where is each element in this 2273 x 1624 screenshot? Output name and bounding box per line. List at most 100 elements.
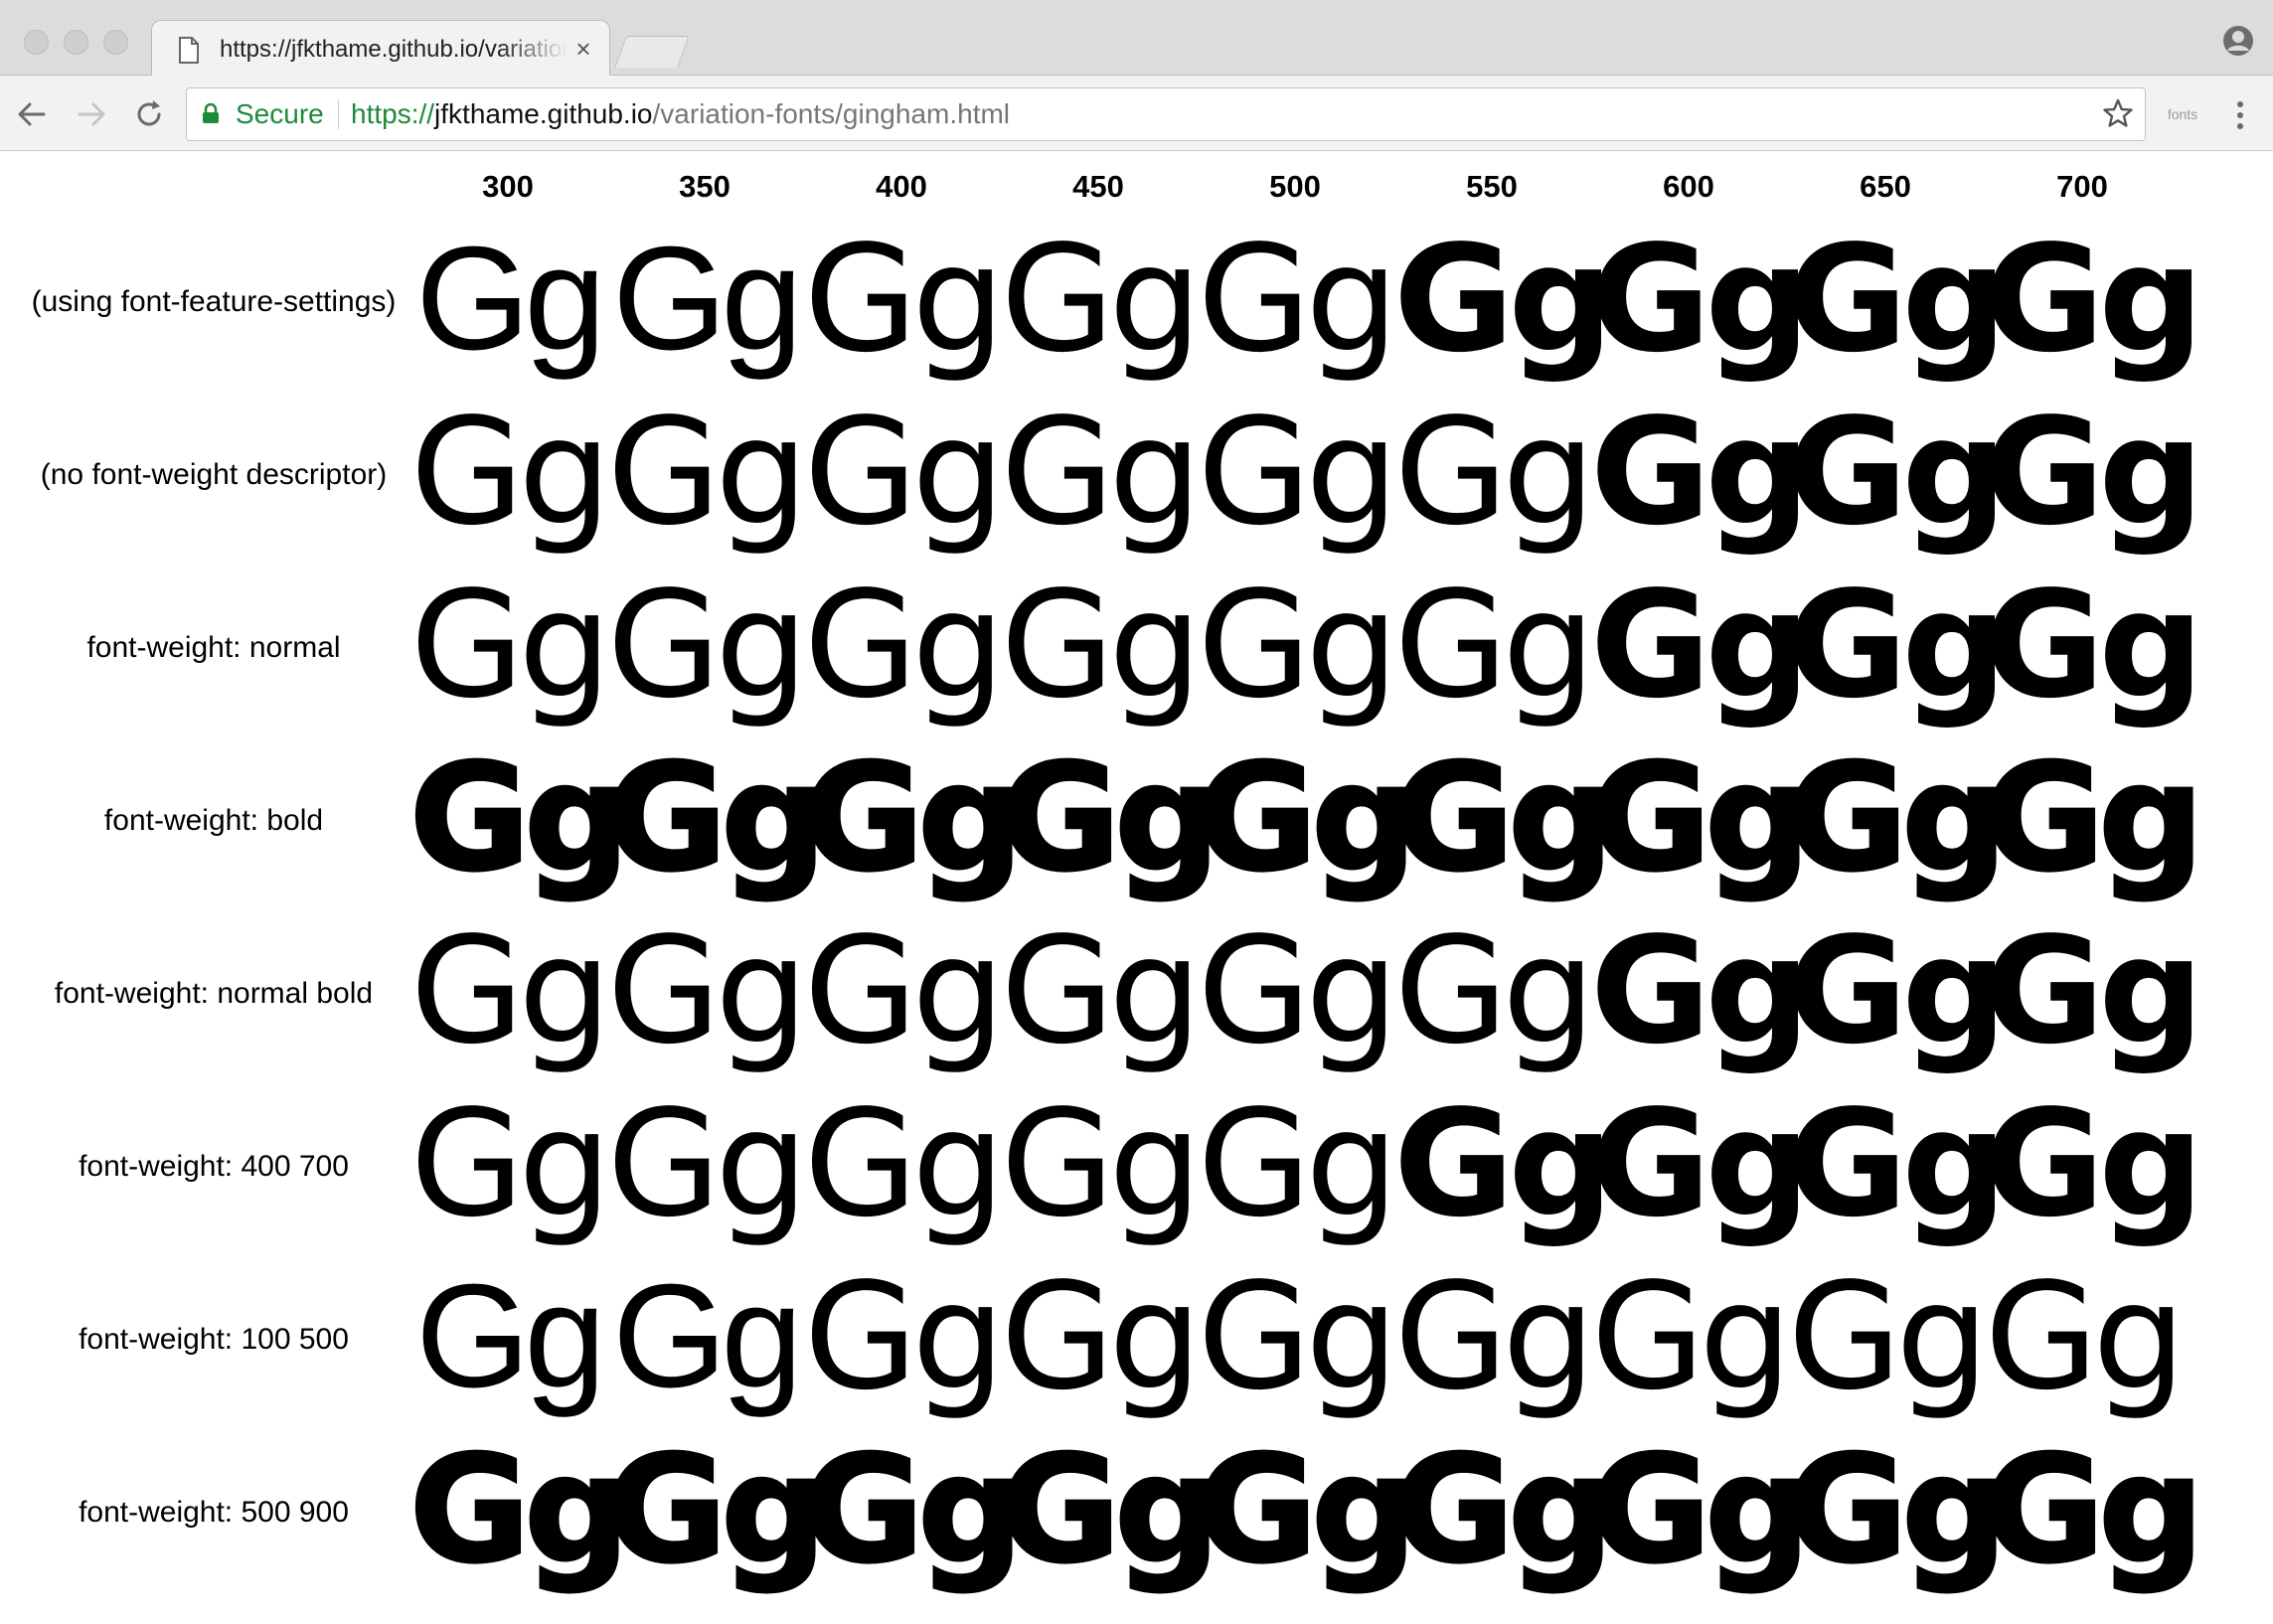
glyph-sample: Gg [409,1078,612,1249]
glyph-sample: Gg [1590,560,1810,731]
glyph-sample: Gg [1787,1078,2007,1249]
glyph-sample: Gg [1590,1251,1793,1422]
glyph-sample: Gg [1000,387,1203,558]
window-close-button[interactable] [24,30,49,55]
glyph-sample: Gg [408,1423,631,1597]
url-host: jfkthame.github.io [434,98,653,129]
fonts-extension-button[interactable]: fonts [2165,99,2200,129]
column-header-350: 350 [679,169,731,204]
glyph-sample: Gg [1787,560,2007,731]
glyph-sample: Gg [1393,214,1613,385]
glyph-sample: Gg [1787,387,2007,558]
glyph-sample: Gg [1197,1251,1399,1422]
glyph-sample: Gg [1787,905,2007,1076]
column-header-650: 650 [1860,169,1911,204]
secure-label[interactable]: Secure [236,97,324,131]
glyph-sample: Gg [803,560,1006,731]
glyph-sample: Gg [1590,1078,1810,1249]
glyph-sample: Gg [415,217,605,381]
url-path: /variation-fonts/gingham.html [652,98,1011,129]
glyph-sample: Gg [612,1254,802,1418]
url-text[interactable]: https://jfkthame.github.io/variation-fon… [351,97,1010,131]
row-label: font-weight: bold [103,804,324,837]
glyph-sample: Gg [1983,1423,2205,1597]
glyph-sample: Gg [1000,1251,1203,1422]
glyph-sample: Gg [999,1423,1221,1597]
glyph-sample: Gg [1984,1251,2187,1422]
glyph-sample: Gg [1000,214,1203,385]
tab-title: https://jfkthame.github.io/variation-fon… [220,36,568,63]
column-header-500: 500 [1269,169,1321,204]
glyph-sample: Gg [1984,560,2203,731]
glyph-sample: Gg [605,731,828,905]
new-tab-button[interactable] [614,36,690,68]
bookmark-star-icon[interactable] [2102,97,2134,129]
glyph-sample: Gg [803,387,1006,558]
glyph-sample: Gg [1197,387,1399,558]
column-header-550: 550 [1466,169,1518,204]
glyph-sample: Gg [1787,214,2007,385]
glyph-sample: Gg [1786,731,2009,905]
profile-icon[interactable] [2222,25,2254,57]
glyph-sample: Gg [1983,731,2205,905]
glyph-sample: Gg [1393,1251,1596,1422]
glyph-sample: Gg [1787,1251,1990,1422]
close-icon[interactable]: × [570,36,596,62]
row-label: font-weight: 400 700 [79,1150,349,1183]
column-header-300: 300 [482,169,534,204]
row-label: (using font-feature-settings) [31,285,397,318]
glyph-sample: Gg [1786,1423,2009,1597]
glyph-sample: Gg [1589,1423,1812,1597]
glyph-sample: Gg [408,731,631,905]
row-label: (no font-weight descriptor) [40,458,388,491]
row-label: font-weight: normal bold [54,977,374,1010]
glyph-sample: Gg [1196,731,1418,905]
glyph-sample: Gg [415,1254,605,1418]
glyph-sample: Gg [606,387,809,558]
glyph-sample: Gg [1000,1078,1203,1249]
menu-kebab-icon[interactable] [2232,98,2248,132]
glyph-sample: Gg [1984,387,2203,558]
column-header-450: 450 [1072,169,1124,204]
back-arrow-icon[interactable] [14,96,50,132]
forward-arrow-icon[interactable] [74,96,109,132]
column-header-400: 400 [876,169,927,204]
glyph-sample: Gg [802,731,1025,905]
row-label: font-weight: 500 900 [79,1496,349,1529]
glyph-sample: Gg [1984,905,2203,1076]
glyph-sample: Gg [1392,1423,1615,1597]
glyph-sample: Gg [409,905,612,1076]
glyph-sample: Gg [999,731,1221,905]
glyph-sample: Gg [1197,214,1399,385]
glyph-sample: Gg [803,214,1006,385]
glyph-sample: Gg [1589,731,1812,905]
glyph-sample: Gg [1000,560,1203,731]
glyph-sample: Gg [1984,214,2203,385]
tab-strip: https://jfkthame.github.io/variation-fon… [0,0,2273,77]
glyph-sample: Gg [1393,560,1596,731]
glyph-sample: Gg [1590,214,1810,385]
glyph-sample: Gg [803,1078,1006,1249]
glyph-sample: Gg [606,905,809,1076]
glyph-sample: Gg [1393,387,1596,558]
glyph-sample: Gg [1197,560,1399,731]
glyph-sample: Gg [1196,1423,1418,1597]
glyph-sample: Gg [605,1423,828,1597]
page-icon [179,37,199,64]
glyph-sample: Gg [803,905,1006,1076]
glyph-sample: Gg [1590,905,1810,1076]
glyph-sample: Gg [1000,905,1203,1076]
window-minimize-button[interactable] [64,30,88,55]
glyph-sample: Gg [409,387,612,558]
glyph-sample: Gg [1393,905,1596,1076]
glyph-sample: Gg [803,1251,1006,1422]
glyph-sample: Gg [1392,731,1615,905]
address-bar-divider [338,99,339,129]
glyph-sample: Gg [1197,905,1399,1076]
row-label: font-weight: 100 500 [79,1323,349,1356]
window-zoom-button[interactable] [103,30,128,55]
url-scheme: https:// [351,98,435,129]
reload-icon[interactable] [131,96,167,132]
glyph-sample: Gg [1393,1078,1613,1249]
row-label: font-weight: normal [86,631,341,664]
